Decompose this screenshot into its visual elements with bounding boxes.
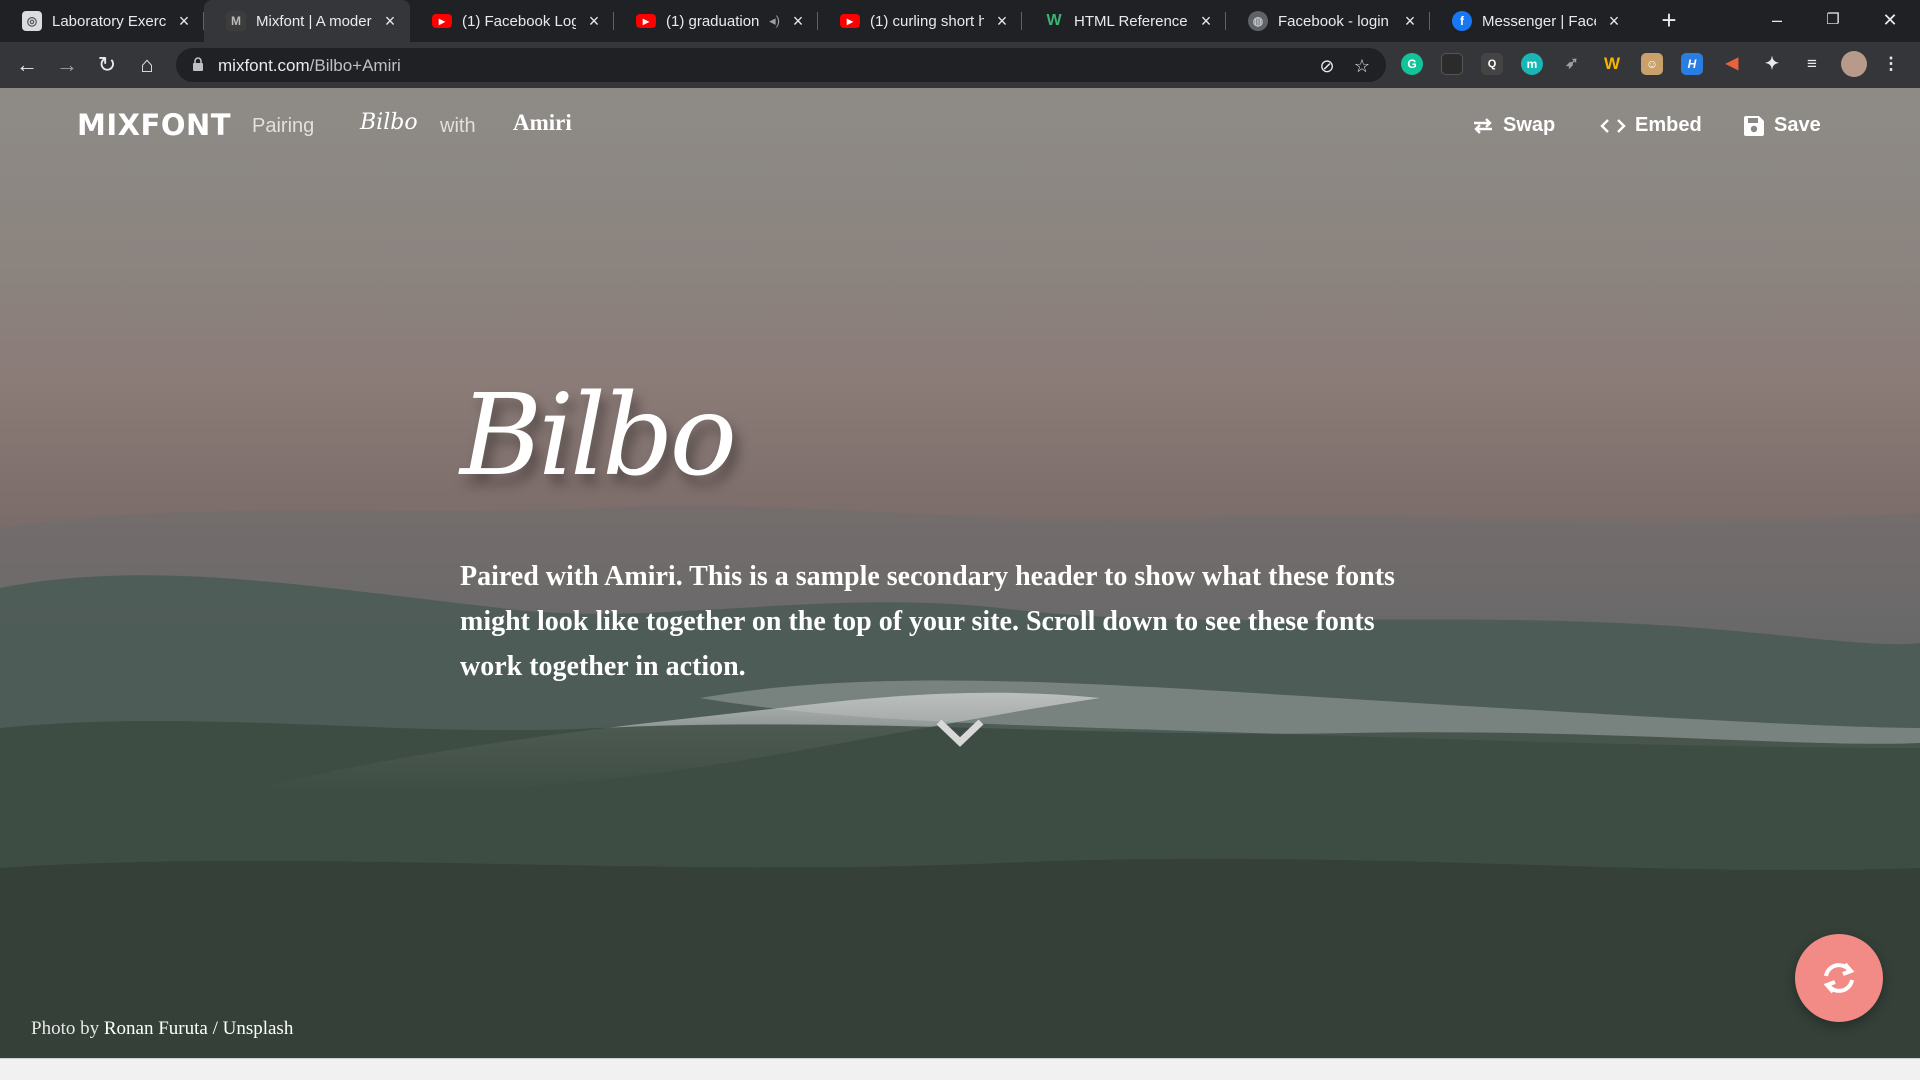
close-tab-icon[interactable]: × [174, 11, 194, 31]
shuffle-fonts-button[interactable] [1795, 934, 1883, 1022]
page-bottom-edge [0, 1058, 1920, 1080]
reload-icon[interactable]: ↻ [92, 50, 122, 80]
megaphone-icon[interactable]: ◀ [1721, 53, 1743, 75]
rocket-icon[interactable]: ➶ [1561, 53, 1583, 75]
photo-credit: Photo by Ronan Furuta / Unsplash [31, 1018, 294, 1039]
more-menu-icon[interactable]: ⋮ [1880, 53, 1902, 75]
tab-strip: ◎ Laboratory Exercise × M Mixfont | A mo… [0, 0, 1920, 42]
grammarly-icon[interactable]: G [1401, 53, 1423, 75]
person-extension-icon[interactable]: ☺ [1641, 53, 1663, 75]
search-extension-icon[interactable]: Q [1481, 53, 1503, 75]
w-icon: W [1046, 12, 1062, 29]
tab-graduation[interactable]: ▶ (1) graduation ◂) × [614, 0, 818, 42]
tab-mixfont[interactable]: M Mixfont | A modern × [204, 0, 410, 42]
close-tab-icon[interactable]: × [584, 11, 604, 31]
close-tab-icon[interactable]: × [788, 11, 808, 31]
close-tab-icon[interactable]: × [1400, 11, 1420, 31]
h-extension-icon[interactable]: H [1681, 53, 1703, 75]
swap-arrows-icon [1472, 117, 1494, 135]
m-extension-icon[interactable]: m [1521, 53, 1543, 75]
screen-extension-icon[interactable] [1441, 53, 1463, 75]
tab-facebook-login[interactable]: ▶ (1) Facebook Login × [410, 0, 614, 42]
scroll-down-chevron-icon[interactable] [935, 716, 985, 748]
mixfont-icon: M [226, 11, 246, 31]
lock-icon [193, 57, 203, 71]
browser-chrome: ◎ Laboratory Exercise × M Mixfont | A mo… [0, 0, 1920, 88]
tab-messenger[interactable]: f Messenger | Faceb × [1430, 0, 1634, 42]
tracking-off-icon[interactable]: ⊘ [1316, 55, 1338, 77]
home-icon[interactable]: ⌂ [132, 50, 162, 80]
nav-pairing-link[interactable]: Pairing [252, 115, 314, 138]
forward-icon[interactable]: → [52, 50, 82, 80]
code-icon [1600, 117, 1626, 135]
tab-laboratory[interactable]: ◎ Laboratory Exercise × [0, 0, 204, 42]
mute-icon[interactable]: ◂) [769, 13, 780, 29]
youtube-icon: ▶ [432, 14, 452, 28]
tab-curling[interactable]: ▶ (1) curling short ha × [818, 0, 1022, 42]
tab-html-reference[interactable]: W HTML Reference × [1022, 0, 1226, 42]
bookmark-star-icon[interactable]: ☆ [1351, 55, 1373, 77]
restore-icon[interactable]: ❐ [1813, 6, 1853, 34]
mixfont-page: MIXFONT Pairing Bilbo with Amiri Swap Em… [0, 88, 1920, 1058]
close-tab-icon[interactable]: × [380, 11, 400, 31]
address-bar[interactable]: mixfont.com/Bilbo+Amiri ⊘ ☆ [176, 48, 1386, 82]
embed-button[interactable]: Embed [1600, 114, 1702, 137]
tab-facebook-login-2[interactable]: ◍ Facebook - login o × [1226, 0, 1430, 42]
profile-avatar[interactable] [1841, 51, 1867, 77]
floppy-disk-icon [1743, 115, 1765, 137]
new-tab-button[interactable]: + [1656, 7, 1682, 34]
nav-font-primary[interactable]: Bilbo [360, 110, 418, 135]
generic-site-icon: ◎ [22, 11, 42, 31]
save-button[interactable]: Save [1743, 114, 1821, 137]
media-queue-icon[interactable]: ≡ [1801, 53, 1823, 75]
minimize-icon[interactable]: – [1757, 6, 1797, 34]
close-window-icon[interactable]: ✕ [1870, 6, 1910, 34]
site-nav: MIXFONT Pairing Bilbo with Amiri Swap Em… [0, 88, 1920, 168]
close-tab-icon[interactable]: × [992, 11, 1012, 31]
mixfont-logo[interactable]: MIXFONT [77, 108, 231, 142]
nav-with-label: with [440, 115, 476, 137]
photo-credit-link[interactable]: Ronan Furuta / Unsplash [104, 1018, 293, 1039]
close-tab-icon[interactable]: × [1196, 11, 1216, 31]
youtube-icon: ▶ [636, 14, 656, 28]
globe-icon: ◍ [1248, 11, 1268, 31]
close-tab-icon[interactable]: × [1604, 11, 1624, 31]
extensions-puzzle-icon[interactable]: ✦ [1761, 53, 1783, 75]
refresh-icon [1823, 962, 1855, 994]
browser-toolbar: ← → ↻ ⌂ mixfont.com/Bilbo+Amiri ⊘ ☆ G Q … [0, 42, 1920, 88]
w-extension-icon[interactable]: W [1601, 53, 1623, 75]
facebook-icon: f [1452, 11, 1472, 31]
swap-button[interactable]: Swap [1472, 114, 1555, 137]
back-icon[interactable]: ← [12, 50, 42, 80]
youtube-icon: ▶ [840, 14, 860, 28]
hero-title: Bilbo [460, 371, 737, 501]
url-text: mixfont.com/Bilbo+Amiri [218, 56, 401, 75]
nav-font-secondary[interactable]: Amiri [513, 110, 572, 136]
hero-subtitle: Paired with Amiri. This is a sample seco… [460, 561, 1395, 682]
